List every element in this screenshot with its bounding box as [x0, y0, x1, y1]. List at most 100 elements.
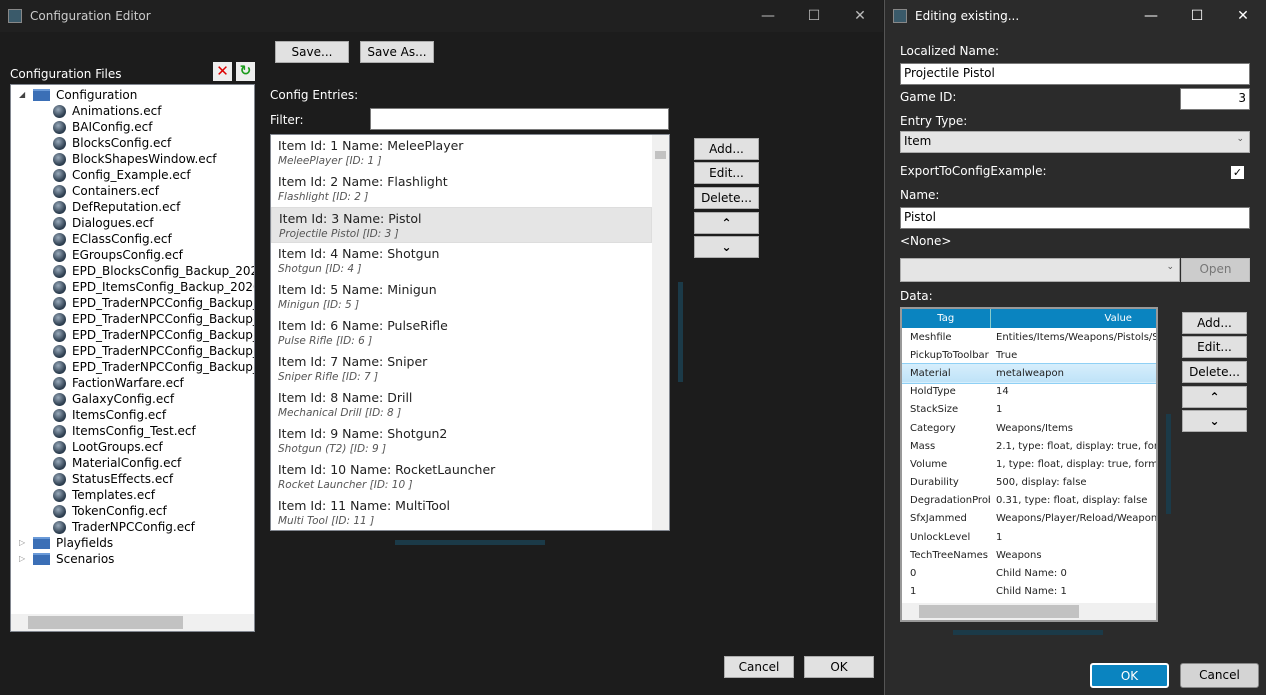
list-item[interactable]: Item Id: 1 Name: MeleePlayer MeleePlayer …	[271, 135, 652, 171]
entry-title: Item Id: 8 Name: Drill	[278, 390, 413, 405]
minimize-button[interactable]: —	[745, 8, 791, 24]
entry-subtitle: Sniper Rifle [ID: 7 ]	[278, 371, 379, 383]
ok-button[interactable]: OK	[804, 656, 874, 678]
table-row[interactable]: StackSize 1	[902, 401, 1156, 419]
tree-file[interactable]: LootGroups.ecf	[19, 439, 254, 455]
table-row[interactable]: 0 Child Name: 0	[902, 564, 1156, 582]
tree-file[interactable]: Templates.ecf	[19, 487, 254, 503]
tree-file[interactable]: BlocksConfig.ecf	[19, 135, 254, 151]
tree-file[interactable]: BAIConfig.ecf	[19, 119, 254, 135]
tree-hscrollbar[interactable]	[11, 614, 254, 631]
tree-file[interactable]: EPD_TraderNPCConfig_Backup_202	[19, 311, 254, 327]
list-item[interactable]: Item Id: 9 Name: Shotgun2 Shotgun (T2) [I…	[271, 423, 652, 459]
refresh-icon[interactable]: ↻	[236, 62, 255, 81]
dialog-ok-button[interactable]: OK	[1090, 663, 1169, 688]
value-cell: metalweapon	[996, 367, 1064, 379]
reference-select[interactable]: ⌄	[900, 258, 1180, 282]
list-item[interactable]: Item Id: 6 Name: PulseRifle Pulse Rifle […	[271, 315, 652, 351]
data-add-button[interactable]: Add...	[1182, 312, 1247, 334]
move-up-button[interactable]: ⌃	[694, 212, 759, 234]
list-item[interactable]: Item Id: 10 Name: RocketLauncher Rocket L…	[271, 459, 652, 495]
tree-file[interactable]: EPD_ItemsConfig_Backup_2020080	[19, 279, 254, 295]
table-row[interactable]: Mass 2.1, type: float, display: true, for…	[902, 437, 1156, 455]
tree-file[interactable]: ItemsConfig.ecf	[19, 407, 254, 423]
edit-button[interactable]: Edit...	[694, 162, 759, 184]
entry-type-select[interactable]: Item ⌄	[900, 131, 1250, 153]
remove-icon[interactable]: ✕	[213, 62, 232, 81]
tree-file[interactable]: BlockShapesWindow.ecf	[19, 151, 254, 167]
minimize-button[interactable]: —	[1128, 8, 1174, 24]
dialog-cancel-button[interactable]: Cancel	[1180, 663, 1259, 688]
list-item[interactable]: Item Id: 8 Name: Drill Mechanical Drill […	[271, 387, 652, 423]
save-as-button[interactable]: Save As...	[360, 41, 434, 63]
list-item[interactable]: Item Id: 11 Name: MultiTool Multi Tool [I…	[271, 495, 652, 530]
table-row[interactable]: Meshfile Entities/Items/Weapons/Pistols/S…	[902, 328, 1156, 346]
tree-node-configuration[interactable]: ◢ Configuration	[19, 87, 254, 103]
entry-subtitle: Minigun [ID: 5 ]	[278, 299, 360, 311]
data-edit-button[interactable]: Edit...	[1182, 336, 1247, 358]
tree-file[interactable]: EPD_BlocksConfig_Backup_202008	[19, 263, 254, 279]
move-down-button[interactable]: ⌄	[694, 236, 759, 258]
data-delete-button[interactable]: Delete...	[1182, 361, 1247, 383]
data-grid[interactable]: Tag Value Meshfile Entities/Items/Weapons…	[900, 307, 1158, 622]
tree-file[interactable]: EPD_TraderNPCConfig_Backup_202	[19, 327, 254, 343]
tree-file[interactable]: Config_Example.ecf	[19, 167, 254, 183]
column-header-value[interactable]: Value	[990, 309, 1156, 328]
entries-list[interactable]: Item Id: 1 Name: MeleePlayer MeleePlayer …	[270, 134, 670, 531]
table-row[interactable]: 1 Child Name: 1	[902, 583, 1156, 601]
tree-file[interactable]: TokenConfig.ecf	[19, 503, 254, 519]
add-button[interactable]: Add...	[694, 138, 759, 160]
table-row[interactable]: Durability 500, display: false	[902, 474, 1156, 492]
tree-file[interactable]: EClassConfig.ecf	[19, 231, 254, 247]
tree-file[interactable]: EPD_TraderNPCConfig_Backup_202	[19, 343, 254, 359]
delete-button[interactable]: Delete...	[694, 187, 759, 209]
grid-hscrollbar[interactable]	[902, 603, 1156, 620]
tree-file[interactable]: ItemsConfig_Test.ecf	[19, 423, 254, 439]
tree-file[interactable]: EGroupsConfig.ecf	[19, 247, 254, 263]
name-input[interactable]: Pistol	[900, 207, 1250, 229]
tree-file[interactable]: FactionWarfare.ecf	[19, 375, 254, 391]
table-row[interactable]: Material metalweapon	[902, 363, 1156, 384]
list-item[interactable]: Item Id: 4 Name: Shotgun Shotgun [ID: 4 ]	[271, 243, 652, 279]
tree-file[interactable]: MaterialConfig.ecf	[19, 455, 254, 471]
close-button[interactable]: ✕	[1220, 8, 1266, 24]
tree-file[interactable]: TraderNPCConfig.ecf	[19, 519, 254, 535]
table-row[interactable]: PickupToToolbar True	[902, 346, 1156, 364]
table-row[interactable]: SfxJammed Weapons/Player/Reload/WeaponJar	[902, 510, 1156, 528]
table-row[interactable]: UnlockLevel 1	[902, 528, 1156, 546]
tree-file[interactable]: StatusEffects.ecf	[19, 471, 254, 487]
tree-file[interactable]: Animations.ecf	[19, 103, 254, 119]
tree-node-playfields[interactable]: ▷ Playfields	[19, 535, 254, 551]
list-item[interactable]: Item Id: 7 Name: Sniper Sniper Rifle [ID:…	[271, 351, 652, 387]
table-row[interactable]: TechTreeNames Weapons	[902, 546, 1156, 564]
export-checkbox[interactable]: ✓	[1231, 166, 1244, 179]
list-item[interactable]: Item Id: 3 Name: Pistol Projectile Pistol…	[271, 207, 652, 243]
save-button[interactable]: Save...	[275, 41, 349, 63]
game-id-input[interactable]: 3	[1180, 88, 1250, 110]
list-item[interactable]: Item Id: 5 Name: Minigun Minigun [ID: 5 ]	[271, 279, 652, 315]
data-move-down-button[interactable]: ⌄	[1182, 410, 1247, 432]
entries-vscrollbar[interactable]	[652, 135, 669, 530]
file-tree[interactable]: ◢ Configuration Animations.ecf BAIConfig.e…	[10, 84, 255, 632]
localized-name-input[interactable]: Projectile Pistol	[900, 63, 1250, 85]
tree-file[interactable]: EPD_TraderNPCConfig_Backup_202	[19, 359, 254, 375]
table-row[interactable]: DegradationProb 0.31, type: float, displa…	[902, 492, 1156, 510]
tree-file[interactable]: Containers.ecf	[19, 183, 254, 199]
tree-file[interactable]: DefReputation.ecf	[19, 199, 254, 215]
maximize-button[interactable]: ☐	[791, 8, 837, 24]
table-row[interactable]: HoldType 14	[902, 383, 1156, 401]
tree-file[interactable]: GalaxyConfig.ecf	[19, 391, 254, 407]
data-move-up-button[interactable]: ⌃	[1182, 386, 1247, 408]
tree-file[interactable]: Dialogues.ecf	[19, 215, 254, 231]
list-item[interactable]: Item Id: 2 Name: Flashlight Flashlight [I…	[271, 171, 652, 207]
open-button[interactable]: Open	[1181, 258, 1250, 282]
filter-input[interactable]	[370, 108, 669, 130]
tree-node-scenarios[interactable]: ▷ Scenarios	[19, 551, 254, 567]
cancel-button[interactable]: Cancel	[724, 656, 794, 678]
tree-file[interactable]: EPD_TraderNPCConfig_Backup_202	[19, 295, 254, 311]
table-row[interactable]: Category Weapons/Items	[902, 419, 1156, 437]
table-row[interactable]: Volume 1, type: float, display: true, for…	[902, 455, 1156, 473]
column-header-tag[interactable]: Tag	[902, 309, 991, 328]
close-button[interactable]: ✕	[837, 8, 883, 24]
maximize-button[interactable]: ☐	[1174, 8, 1220, 24]
